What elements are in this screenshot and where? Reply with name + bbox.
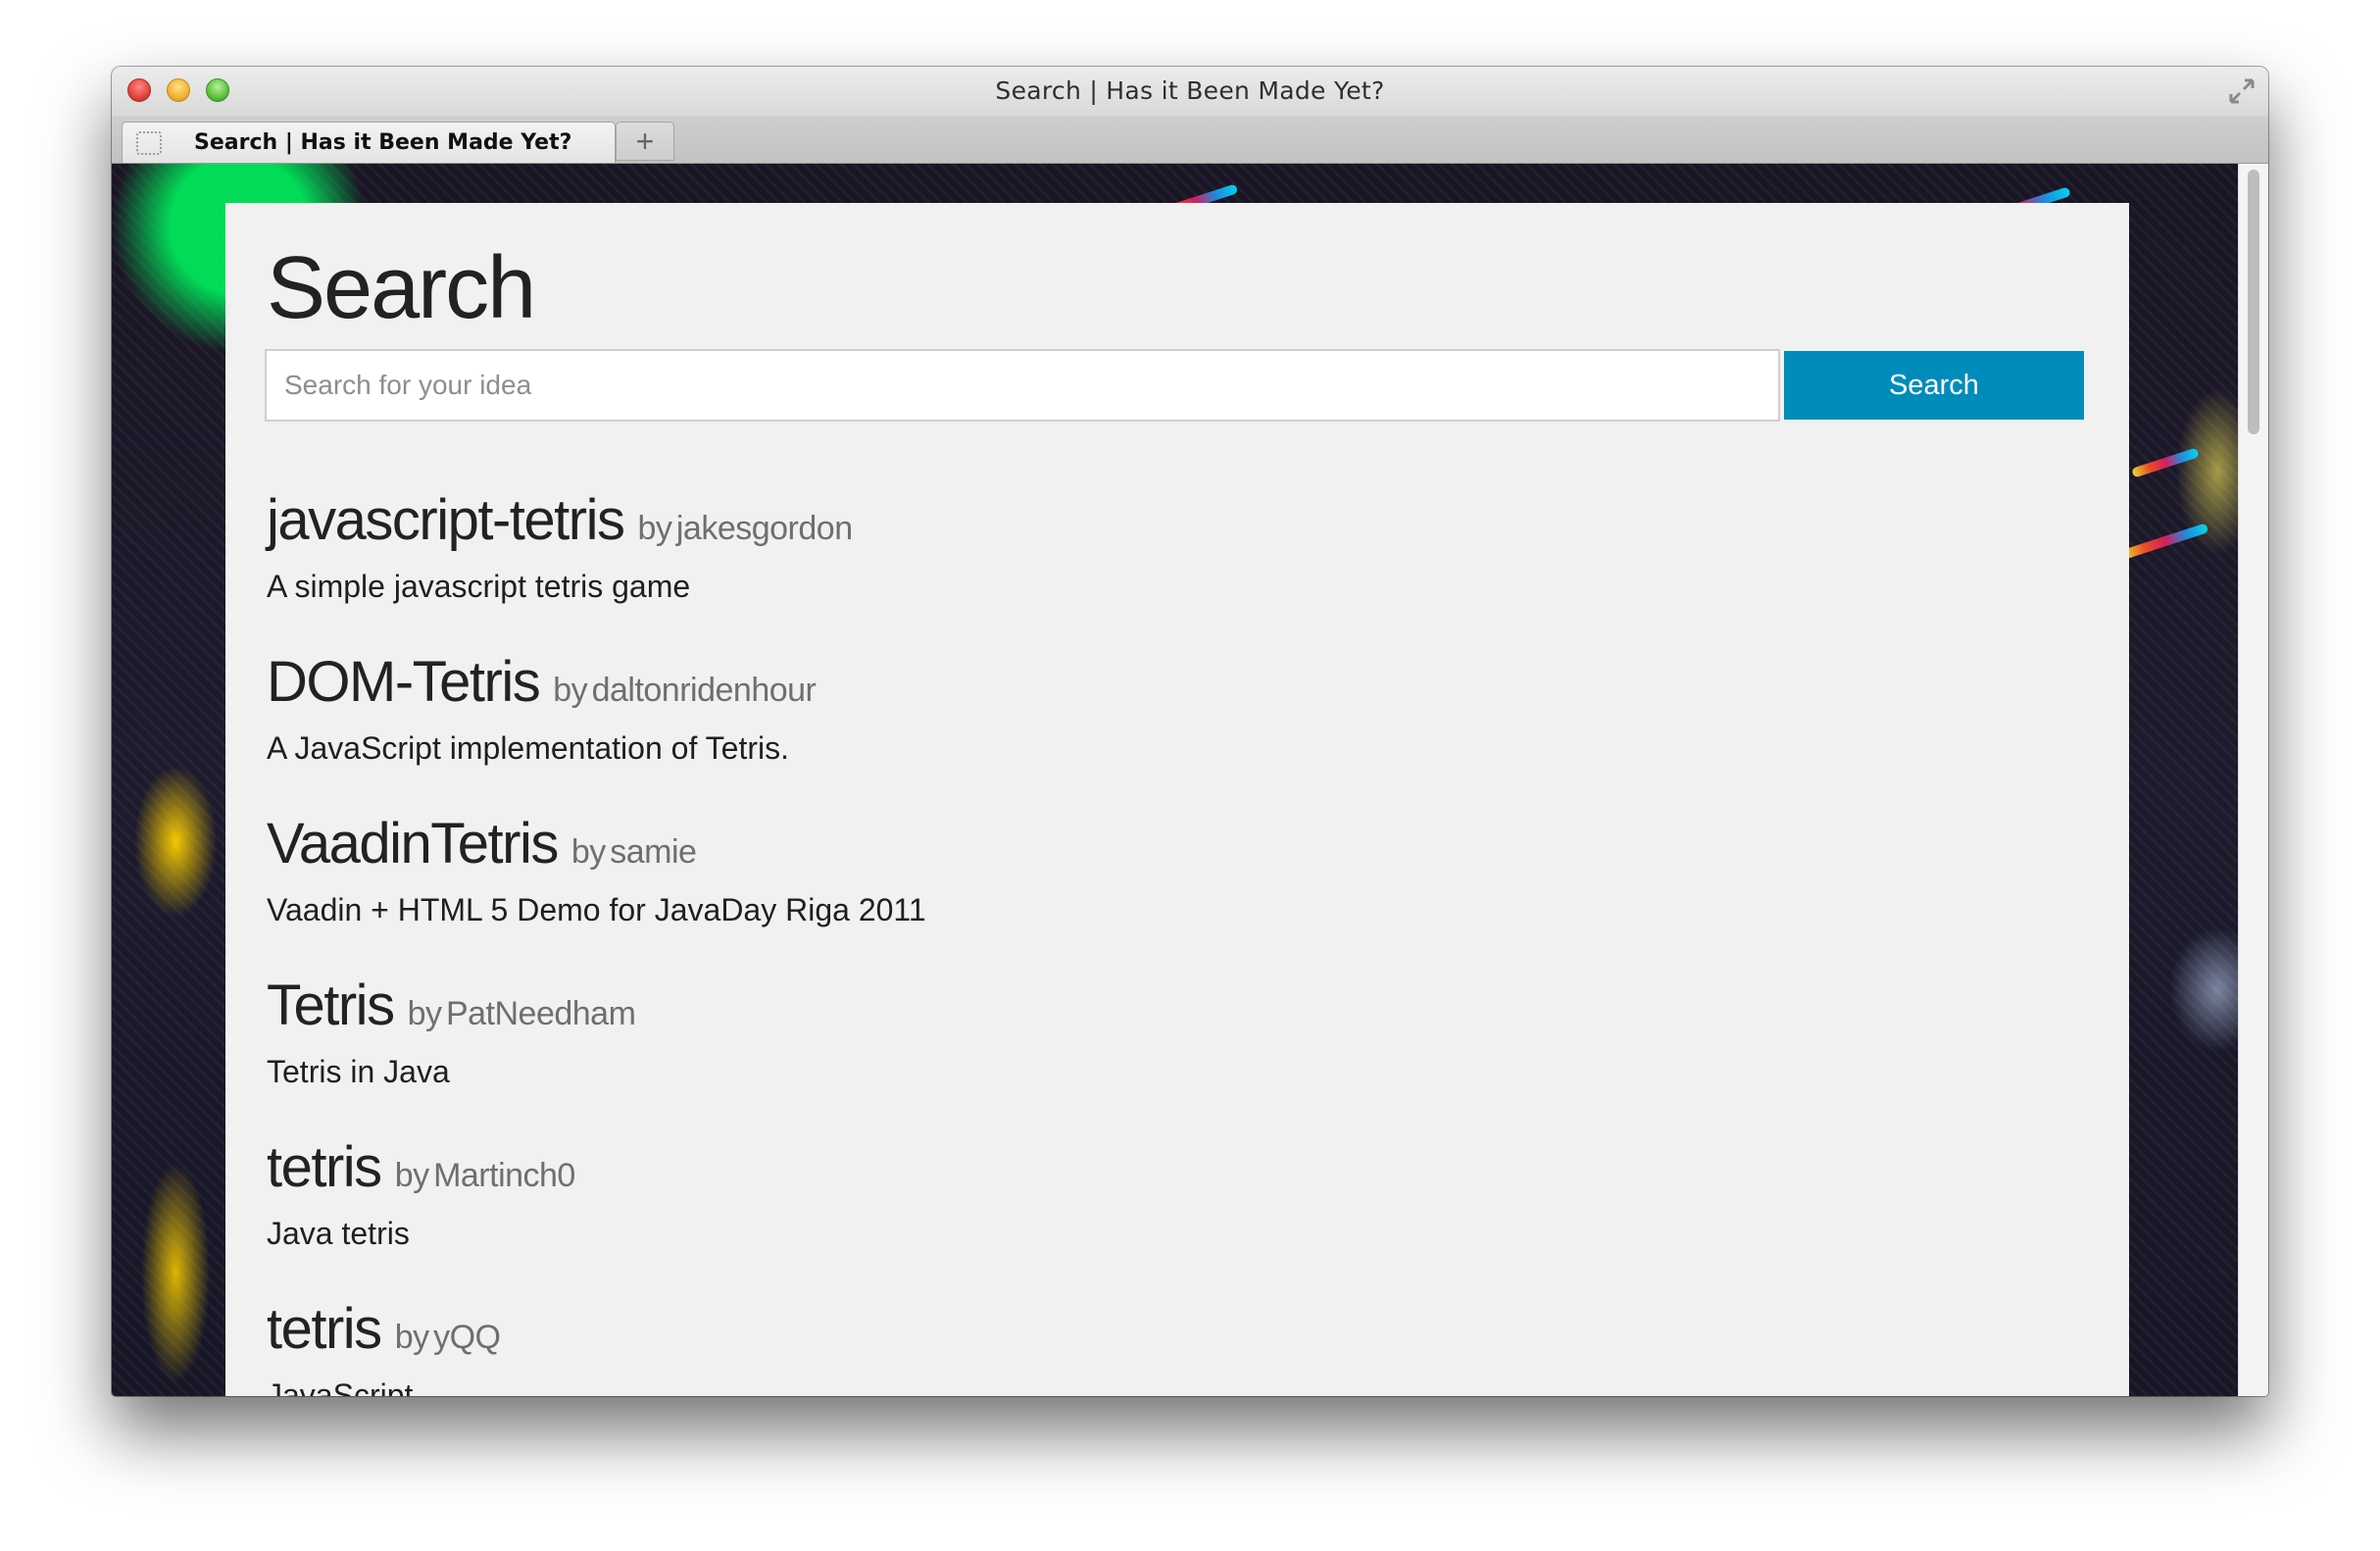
page-title: Search [267, 239, 536, 337]
by-label: by [407, 995, 442, 1032]
result-description: Vaadin + HTML 5 Demo for JavaDay Riga 20… [267, 892, 926, 927]
result-description: A simple javascript tetris game [267, 569, 691, 604]
result-heading: tetris by Martinch0 [267, 1134, 2090, 1200]
search-input[interactable] [265, 349, 1780, 422]
result-description: JavaScript [267, 1377, 414, 1396]
result-heading: javascript-tetris by jakesgordon [267, 487, 2090, 553]
result-description: Java tetris [267, 1216, 410, 1251]
main-content: Search Search javascript-tetris by jakesg… [225, 203, 2129, 1396]
window-title: Search | Has it Been Made Yet? [995, 76, 1385, 105]
result-heading: Tetris by PatNeedham [267, 973, 2090, 1038]
scrollbar-thumb[interactable] [2248, 170, 2259, 434]
result-author: yQQ [433, 1319, 501, 1356]
new-tab-button[interactable]: + [616, 122, 674, 161]
result-author: PatNeedham [445, 995, 636, 1032]
result-item: tetris by yQQ JavaScript [267, 1296, 2090, 1396]
result-item: VaadinTetris by samie Vaadin + HTML 5 Dem… [267, 811, 2090, 973]
result-description: Tetris in Java [267, 1054, 450, 1089]
blank-page-icon [136, 131, 162, 155]
result-title-link[interactable]: DOM-Tetris [267, 650, 541, 714]
result-item: javascript-tetris by jakesgordon A simple… [267, 487, 2090, 649]
tab-label: Search | Has it Been Made Yet? [194, 130, 572, 155]
result-description: A JavaScript implementation of Tetris. [267, 730, 789, 766]
background-decoration [2121, 523, 2209, 560]
title-bar[interactable]: Search | Has it Been Made Yet? [112, 67, 2268, 116]
by-label: by [570, 833, 606, 871]
result-author: jakesgordon [675, 510, 853, 547]
result-title-link[interactable]: Tetris [267, 974, 395, 1037]
by-label: by [553, 672, 588, 709]
tab-bar: Search | Has it Been Made Yet? + [112, 116, 2268, 164]
browser-window: Search | Has it Been Made Yet? Search | … [112, 67, 2268, 1396]
search-button[interactable]: Search [1784, 351, 2084, 420]
results-list: javascript-tetris by jakesgordon A simple… [267, 487, 2090, 1396]
result-item: DOM-Tetris by daltonridenhour A JavaScrip… [267, 649, 2090, 811]
by-label: by [394, 1157, 429, 1194]
background-decoration [2131, 447, 2200, 478]
result-heading: tetris by yQQ [267, 1296, 2090, 1362]
result-item: Tetris by PatNeedham Tetris in Java [267, 973, 2090, 1134]
result-author: daltonridenhour [591, 672, 817, 709]
result-title-link[interactable]: tetris [267, 1135, 382, 1199]
by-label: by [637, 510, 672, 547]
result-heading: VaadinTetris by samie [267, 811, 2090, 876]
page-viewport: Search Search javascript-tetris by jakesg… [112, 164, 2239, 1396]
result-item: tetris by Martinch0 Java tetris [267, 1134, 2090, 1296]
by-label: by [394, 1319, 429, 1356]
vertical-scrollbar[interactable] [2238, 164, 2268, 1396]
result-title-link[interactable]: tetris [267, 1297, 382, 1361]
result-author: samie [610, 833, 697, 871]
fullscreen-icon[interactable] [2225, 75, 2258, 108]
tab-active[interactable]: Search | Has it Been Made Yet? [122, 122, 616, 163]
result-author: Martinch0 [433, 1157, 575, 1194]
result-title-link[interactable]: javascript-tetris [267, 488, 625, 552]
result-heading: DOM-Tetris by daltonridenhour [267, 649, 2090, 715]
result-title-link[interactable]: VaadinTetris [267, 812, 559, 876]
